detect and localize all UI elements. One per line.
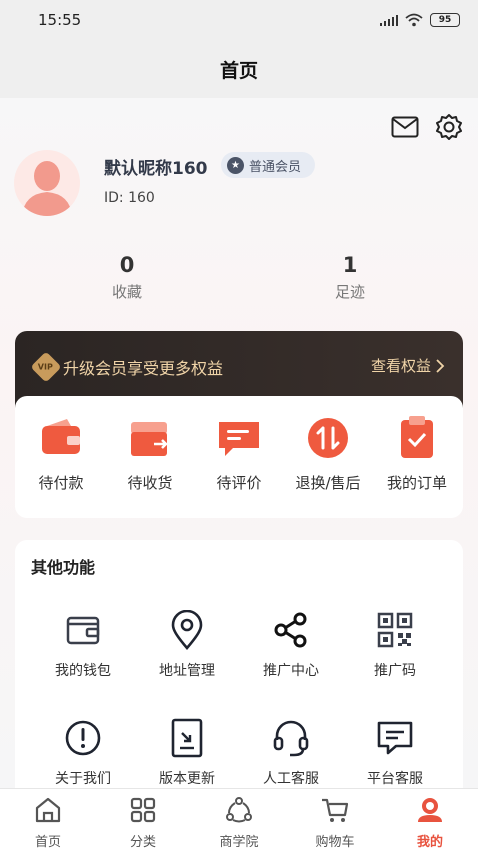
info-circle-icon xyxy=(61,716,105,760)
user-id: ID: 160 xyxy=(104,190,155,206)
order-all[interactable]: 我的订单 xyxy=(372,414,462,493)
func-about-us[interactable]: 关于我们 xyxy=(28,716,138,788)
func-promotion-center[interactable]: 推广中心 xyxy=(236,608,346,680)
cart-icon xyxy=(322,798,349,822)
battery-icon: 95 xyxy=(430,13,460,27)
func-platform-service[interactable]: 平台客服 xyxy=(340,716,450,788)
func-version-update[interactable]: 版本更新 xyxy=(132,716,242,788)
order-pending-payment[interactable]: 待付款 xyxy=(16,414,106,493)
nickname: 默认昵称160 xyxy=(104,159,208,179)
tab-category[interactable]: 分类 xyxy=(98,795,188,850)
receive-box-icon xyxy=(131,422,168,456)
clipboard-icon xyxy=(401,416,433,458)
func-label: 关于我们 xyxy=(55,771,111,787)
tab-label: 首页 xyxy=(34,835,61,850)
view-benefits-label: 查看权益 xyxy=(370,357,431,375)
tab-academy[interactable]: 商学院 xyxy=(194,795,284,850)
signal-icon xyxy=(380,14,398,26)
func-label: 推广中心 xyxy=(263,663,319,679)
stat-label: 足迹 xyxy=(334,283,365,301)
update-document-icon xyxy=(165,716,209,760)
vip-badge-icon: VIP xyxy=(30,351,62,383)
order-label: 待付款 xyxy=(38,474,84,492)
gear-icon[interactable] xyxy=(434,112,464,142)
title-bar: 首页 xyxy=(0,40,478,98)
func-human-service[interactable]: 人工客服 xyxy=(236,716,346,788)
share-nodes-icon xyxy=(269,608,313,652)
other-functions-card: 其他功能 我的钱包 地址管理 推广中心 推广码 关于我们 版本更新 人工客服 平… xyxy=(15,540,463,788)
status-bar: 15:55 95 xyxy=(0,0,478,40)
headset-icon xyxy=(269,716,313,760)
location-pin-icon xyxy=(165,608,209,652)
profile-icon xyxy=(418,798,442,822)
func-label: 平台客服 xyxy=(367,771,423,787)
func-label: 版本更新 xyxy=(159,771,215,787)
chat-bubble-icon xyxy=(373,716,417,760)
member-level-badge[interactable]: ★ 普通会员 xyxy=(221,152,316,178)
main-content: 默认昵称160 ★ 普通会员 ID: 160 0 收藏 1 足迹 VIP 升级会… xyxy=(0,98,478,788)
avatar[interactable] xyxy=(14,150,80,216)
func-label: 地址管理 xyxy=(159,663,215,679)
tab-home[interactable]: 首页 xyxy=(3,795,93,850)
other-functions-title: 其他功能 xyxy=(31,558,96,577)
academy-icon xyxy=(226,797,252,823)
order-label: 退换/售后 xyxy=(295,474,361,492)
stat-footprints[interactable]: 1 足迹 xyxy=(290,252,410,302)
tab-label: 商学院 xyxy=(219,835,259,850)
func-label: 人工客服 xyxy=(263,771,319,787)
order-label: 待评价 xyxy=(216,474,262,492)
chevron-right-icon xyxy=(436,358,445,373)
home-icon xyxy=(35,797,61,823)
order-label: 待收货 xyxy=(127,474,173,492)
stat-label: 收藏 xyxy=(111,283,142,301)
exchange-icon xyxy=(308,418,348,458)
wifi-icon xyxy=(405,13,423,27)
func-address[interactable]: 地址管理 xyxy=(132,608,242,680)
stat-value: 1 xyxy=(342,253,358,277)
order-label: 我的订单 xyxy=(386,474,447,492)
member-level-label: 普通会员 xyxy=(249,159,302,175)
vip-promo: VIP 升级会员享受更多权益 xyxy=(30,351,224,383)
stat-favorites[interactable]: 0 收藏 xyxy=(67,252,187,302)
wallet-icon xyxy=(42,419,80,454)
func-label: 推广码 xyxy=(374,663,416,679)
stat-value: 0 xyxy=(119,253,135,277)
order-pending-receipt[interactable]: 待收货 xyxy=(105,414,195,493)
comment-icon xyxy=(219,422,259,456)
star-icon: ★ xyxy=(227,156,244,174)
tab-mine[interactable]: 我的 xyxy=(385,795,475,850)
wallet-outline-icon xyxy=(61,608,105,652)
bottom-tab-bar: 首页 分类 商学院 购物车 我的 xyxy=(0,788,478,850)
status-time: 15:55 xyxy=(38,11,82,29)
grid-icon xyxy=(130,797,156,823)
tab-cart[interactable]: 购物车 xyxy=(290,795,380,850)
order-pending-review[interactable]: 待评价 xyxy=(194,414,284,493)
status-icons: 95 xyxy=(380,13,460,27)
func-promo-code[interactable]: 推广码 xyxy=(340,608,450,680)
vip-promo-text: 升级会员享受更多权益 xyxy=(63,359,224,378)
func-label: 我的钱包 xyxy=(55,663,111,679)
mail-icon[interactable] xyxy=(390,112,420,142)
header-actions xyxy=(390,112,464,142)
tab-label: 分类 xyxy=(129,835,156,850)
view-benefits-link[interactable]: 查看权益 xyxy=(371,355,445,376)
func-my-wallet[interactable]: 我的钱包 xyxy=(28,608,138,680)
page-title: 首页 xyxy=(219,59,258,82)
orders-card: 待付款 待收货 待评价 退换/售后 我的订单 xyxy=(15,396,463,518)
qr-code-icon xyxy=(373,608,417,652)
tab-label: 我的 xyxy=(416,835,443,850)
tab-label: 购物车 xyxy=(315,835,355,850)
order-after-sales[interactable]: 退换/售后 xyxy=(283,414,373,493)
